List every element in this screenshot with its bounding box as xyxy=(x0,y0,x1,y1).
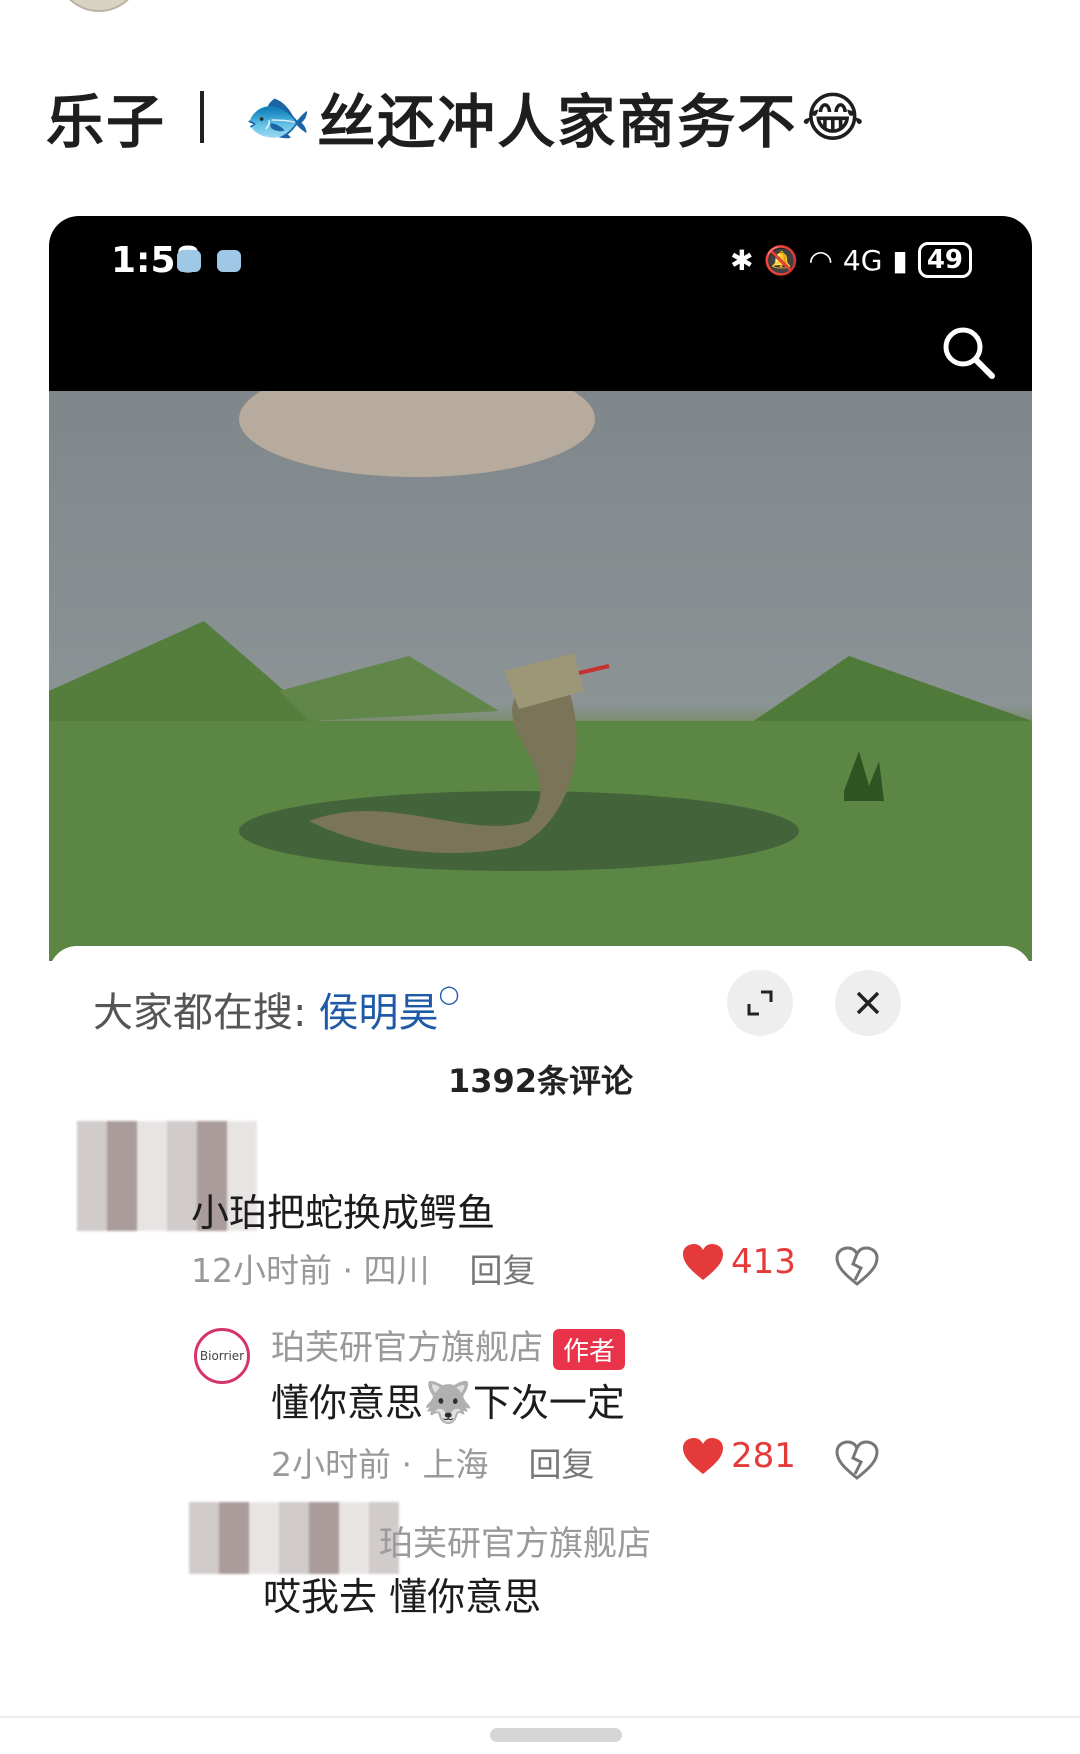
heart-icon xyxy=(683,1244,723,1280)
comment-time: 12小时前 xyxy=(191,1251,332,1290)
mute-icon: 🔕 xyxy=(763,243,799,277)
title-separator xyxy=(200,91,205,143)
comment-location: 四川 xyxy=(363,1251,430,1290)
trending-keyword[interactable]: 侯明昊 xyxy=(318,990,438,1036)
notification-icon xyxy=(217,250,241,272)
laughing-emoji-icon: 😂 xyxy=(801,85,867,149)
video-frame xyxy=(49,361,1032,961)
close-icon xyxy=(856,991,880,1015)
battery-level: 49 xyxy=(917,242,972,278)
commenter-name[interactable]: 珀芙研官方旗舰店 作者 xyxy=(271,1320,626,1370)
commenter-name[interactable]: 珀芙研官方旗舰店 xyxy=(379,1516,651,1565)
like-button[interactable]: 413 xyxy=(681,1242,796,1282)
like-button[interactable]: 281 xyxy=(681,1436,796,1476)
comment-text: 懂你意思🐺下次一定 xyxy=(271,1372,625,1427)
search-small-icon: ○ xyxy=(438,980,460,1008)
embedded-screenshot: 1:58 ✱ 🔕 ◠ 4G ▮ 49 大家都在搜: 侯明昊○ 1392条评论 小… xyxy=(49,216,1032,1716)
video-player[interactable] xyxy=(49,361,1032,961)
reply-button[interactable]: 回复 xyxy=(528,1445,594,1484)
author-badge: 作者 xyxy=(553,1329,626,1370)
trending-search[interactable]: 大家都在搜: 侯明昊○ xyxy=(93,980,459,1038)
signal-icon: ▮ xyxy=(892,243,908,277)
fish-emoji-icon: 🐟 xyxy=(244,85,314,148)
poster-avatar[interactable] xyxy=(56,0,142,12)
sticker-icon: 🐺 xyxy=(423,1380,473,1426)
comment-location: 上海 xyxy=(422,1445,489,1484)
network-type: 4G xyxy=(842,243,883,277)
comments-panel: 大家都在搜: 侯明昊○ 1392条评论 小珀把蛇换成鳄鱼 12小时前 · 四川 回复… xyxy=(49,946,1032,1716)
heart-icon xyxy=(683,1438,723,1474)
search-icon[interactable] xyxy=(940,324,996,380)
comment-meta: 12小时前 · 四川 回复 xyxy=(191,1251,536,1290)
like-count: 281 xyxy=(731,1436,796,1476)
close-button[interactable] xyxy=(835,970,901,1036)
commenter-name-text: 珀芙研官方旗舰店 xyxy=(271,1328,543,1368)
blurred-user-avatar[interactable] xyxy=(189,1502,399,1574)
like-count: 413 xyxy=(731,1242,796,1282)
comment-count: 1392条评论 xyxy=(447,1062,634,1100)
reply-button[interactable]: 回复 xyxy=(469,1251,535,1290)
store-avatar[interactable]: Biorrier xyxy=(194,1328,250,1384)
comment-time: 2小时前 xyxy=(271,1445,391,1484)
dislike-icon[interactable] xyxy=(835,1246,879,1286)
system-icons: ✱ 🔕 ◠ 4G ▮ 49 xyxy=(730,242,972,278)
trending-label: 大家都在搜: xyxy=(93,990,307,1036)
comment-text: 哎我去 懂你意思 xyxy=(263,1575,542,1619)
notification-icon xyxy=(177,250,201,272)
expand-button[interactable] xyxy=(727,970,793,1036)
post-title: 乐子 🐟 丝还冲人家商务不 😂 xyxy=(46,72,870,162)
comment-text-part: 懂你意思 xyxy=(271,1381,424,1425)
comment-text: 小珀把蛇换成鳄鱼 xyxy=(191,1191,496,1235)
status-bar: 1:58 ✱ 🔕 ◠ 4G ▮ 49 xyxy=(49,216,1032,391)
home-indicator[interactable] xyxy=(490,1728,622,1742)
dislike-icon[interactable] xyxy=(835,1440,879,1480)
post-title-left: 乐子 xyxy=(46,88,167,156)
expand-icon xyxy=(747,990,773,1016)
post-title-right: 丝还冲人家商务不 xyxy=(317,88,798,156)
comment-meta: 2小时前 · 上海 回复 xyxy=(271,1445,595,1484)
bluetooth-icon: ✱ xyxy=(730,243,754,277)
comment-text-part: 下次一定 xyxy=(472,1381,625,1425)
wifi-icon: ◠ xyxy=(808,243,833,277)
